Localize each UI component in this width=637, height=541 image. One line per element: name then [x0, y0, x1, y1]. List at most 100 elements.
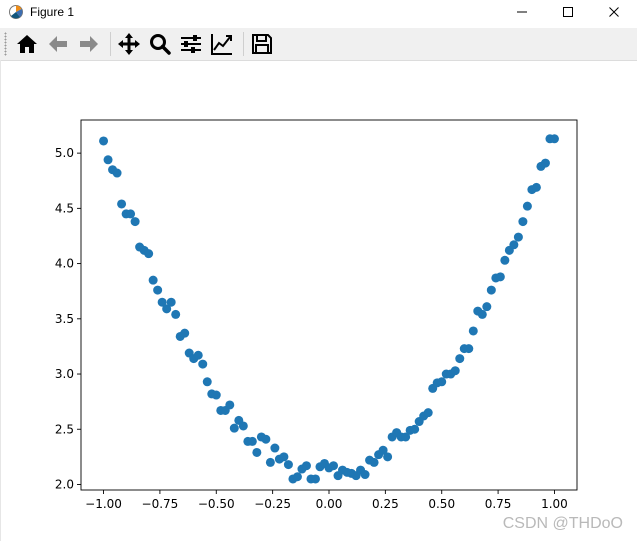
window-controls	[499, 0, 637, 24]
scatter-point	[265, 457, 275, 467]
scatter-point	[464, 344, 474, 354]
y-tick-label: 5.0	[55, 146, 74, 160]
edit-axis-button[interactable]	[208, 30, 236, 58]
y-tick-label: 4.0	[55, 257, 74, 271]
line-chart-icon	[211, 34, 232, 55]
scatter-point	[211, 390, 221, 400]
y-tick-label: 2.0	[55, 477, 74, 491]
scatter-point	[482, 302, 492, 312]
forward-button[interactable]	[75, 30, 103, 58]
scatter-point	[180, 328, 190, 338]
close-icon	[609, 7, 619, 17]
scatter-point	[437, 377, 447, 387]
scatter-point	[477, 309, 487, 319]
toolbar-separator	[243, 32, 244, 56]
scatter-point	[468, 326, 478, 336]
figure-canvas[interactable]: −1.00 −0.75 −0.50 −0.25 0.00 0.25 0.50 0.75 1.00…	[0, 60, 637, 541]
scatter-point	[117, 199, 127, 209]
scatter-point	[509, 240, 519, 250]
home-icon	[17, 35, 37, 53]
y-tick-label: 3.0	[55, 367, 74, 381]
scatter-point	[126, 209, 136, 219]
scatter-point	[130, 217, 140, 227]
minimize-button[interactable]	[499, 0, 545, 24]
scatter-point	[522, 201, 532, 211]
scatter-point	[99, 136, 109, 146]
scatter-point	[423, 408, 433, 418]
minimize-icon	[517, 11, 527, 13]
scatter-point	[410, 424, 420, 434]
scatter-point	[103, 155, 113, 165]
scatter-point	[500, 255, 510, 265]
scatter-point	[549, 134, 559, 144]
save-button[interactable]	[248, 30, 276, 58]
scatter-point	[279, 452, 289, 462]
scatter-point	[229, 423, 239, 433]
scatter-point	[292, 472, 302, 482]
x-axis: −1.00 −0.75 −0.50 −0.25 0.00 0.25 0.50 0.75 1.00	[85, 490, 568, 511]
x-tick-label: 0.00	[316, 497, 343, 511]
x-tick-label: −1.00	[85, 497, 122, 511]
x-tick-label: −0.50	[198, 497, 235, 511]
scatter-point	[270, 443, 280, 453]
scatter-point	[301, 461, 311, 471]
scatter-point	[144, 249, 154, 259]
matplotlib-logo-icon	[9, 5, 23, 19]
navigation-toolbar	[0, 28, 637, 61]
scatter-point	[193, 350, 203, 360]
scatter-point	[247, 436, 257, 446]
home-button[interactable]	[13, 30, 41, 58]
scatter-point	[540, 158, 550, 168]
y-axis: 2.0 2.5 3.0 3.5 4.0 4.5 5.0	[55, 146, 81, 491]
sliders-icon	[181, 35, 201, 53]
scatter-point	[383, 452, 393, 462]
pan-button[interactable]	[115, 30, 143, 58]
scatter-point	[261, 434, 271, 444]
title-bar: Figure 1	[0, 0, 637, 24]
scatter-point	[166, 297, 176, 307]
move-icon	[118, 33, 140, 55]
scatter-point	[310, 474, 320, 484]
toolbar-grip[interactable]	[4, 32, 7, 56]
scatter-point	[252, 447, 262, 457]
y-tick-label: 4.5	[55, 201, 74, 215]
maximize-icon	[563, 7, 573, 17]
x-tick-label: 0.75	[485, 497, 512, 511]
scatter-points	[99, 134, 559, 484]
x-tick-label: 1.00	[541, 497, 568, 511]
scatter-point	[329, 461, 339, 471]
back-button[interactable]	[44, 30, 72, 58]
scatter-point	[112, 168, 122, 178]
scatter-point	[518, 217, 528, 227]
close-button[interactable]	[591, 0, 637, 24]
axes-frame	[80, 119, 578, 491]
scatter-point	[486, 285, 496, 295]
arrow-left-icon	[49, 36, 67, 52]
scatter-point	[238, 421, 248, 431]
scatter-point	[171, 309, 181, 319]
arrow-right-icon	[80, 36, 98, 52]
scatter-point	[455, 354, 465, 364]
x-tick-label: 0.25	[372, 497, 399, 511]
configure-subplots-button[interactable]	[177, 30, 205, 58]
y-tick-label: 3.5	[55, 312, 74, 326]
toolbar-separator	[110, 32, 111, 56]
y-tick-label: 2.5	[55, 422, 74, 436]
scatter-point	[225, 400, 235, 410]
zoom-button[interactable]	[146, 30, 174, 58]
magnifier-icon	[150, 34, 171, 55]
scatter-point	[198, 359, 208, 369]
scatter-point	[495, 272, 505, 282]
x-tick-label: 0.50	[428, 497, 455, 511]
window-title: Figure 1	[30, 5, 75, 19]
x-tick-label: −0.25	[254, 497, 291, 511]
maximize-button[interactable]	[545, 0, 591, 24]
scatter-point	[513, 232, 523, 242]
scatter-point	[148, 275, 158, 285]
scatter-point	[450, 366, 460, 376]
scatter-point	[531, 182, 541, 192]
floppy-disk-icon	[252, 34, 272, 54]
scatter-point	[153, 285, 163, 295]
scatter-point	[283, 460, 293, 470]
watermark: CSDN @THDoO	[502, 515, 623, 532]
